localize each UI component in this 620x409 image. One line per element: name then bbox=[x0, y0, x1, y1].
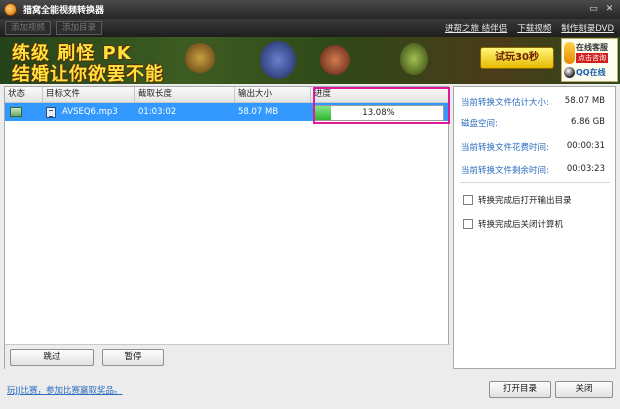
progress-highlight-box bbox=[313, 87, 450, 124]
close-window-icon[interactable]: ✕ bbox=[603, 3, 616, 15]
banner-figure-decoration bbox=[400, 43, 428, 75]
title-bar: 猎窝全能视频转换器 ▭ ✕ bbox=[0, 0, 620, 19]
time-left-value: 00:03:23 bbox=[566, 164, 605, 174]
minimize-icon[interactable]: ▭ bbox=[587, 3, 600, 15]
add-video-button[interactable]: 添加视频 bbox=[5, 21, 52, 35]
open-directory-button[interactable]: 打开目录 bbox=[489, 381, 551, 398]
shutdown-option[interactable]: 转换完成后关闭计算机 bbox=[463, 218, 563, 230]
banner-figure-decoration bbox=[185, 43, 215, 73]
app-icon bbox=[4, 3, 17, 16]
trial-button[interactable]: 试玩30秒 bbox=[480, 47, 554, 69]
info-divider bbox=[460, 182, 610, 183]
service-consult-label[interactable]: 点击咨询 bbox=[576, 53, 608, 63]
time-spent-value: 00:00:31 bbox=[566, 141, 605, 151]
length-cell: 01:03:02 bbox=[138, 107, 177, 117]
size-cell: 58.07 MB bbox=[238, 107, 279, 117]
banner-figure-decoration bbox=[320, 45, 350, 75]
skip-button[interactable]: 跳过 bbox=[10, 349, 94, 366]
file-name: AVSEQ6.mp3 bbox=[62, 107, 118, 117]
service-title: 在线客服 bbox=[576, 43, 608, 52]
banner-subheadline: 结婚让你欲罢不能 bbox=[12, 64, 164, 84]
conversion-table: 状态 目标文件 截取长度 输出大小 进度 AVSEQ6.mp3 01:03:02… bbox=[4, 86, 450, 370]
audio-file-icon bbox=[46, 106, 56, 118]
time-spent-label: 当前转换文件花费时间: bbox=[461, 143, 549, 153]
time-left-label: 当前转换文件剩余时间: bbox=[461, 166, 549, 176]
converting-status-icon bbox=[10, 107, 22, 117]
column-header-status[interactable]: 状态 bbox=[5, 87, 43, 102]
open-output-checkbox[interactable] bbox=[463, 195, 473, 205]
add-folder-button[interactable]: 添加目录 bbox=[56, 21, 103, 35]
status-cell bbox=[5, 103, 43, 121]
service-agent-icon bbox=[564, 42, 575, 64]
info-panel: 当前转换文件估计大小: 58.07 MB 磁盘空间: 6.86 GB 当前转换文… bbox=[453, 86, 616, 369]
online-service-box[interactable]: 在线客服 点击咨询 QQ在线 bbox=[561, 38, 618, 82]
top-link-download-video[interactable]: 下载视频 bbox=[517, 22, 551, 34]
estimated-size-label: 当前转换文件估计大小: bbox=[461, 98, 549, 108]
pause-button[interactable]: 暂停 bbox=[102, 349, 164, 366]
banner-figure-decoration bbox=[260, 41, 296, 79]
estimated-size-value: 58.07 MB bbox=[564, 96, 605, 106]
close-button[interactable]: 关闭 bbox=[555, 381, 613, 398]
disk-space-value: 6.86 GB bbox=[570, 117, 605, 127]
table-action-bar: 跳过 暂停 bbox=[5, 344, 450, 370]
column-header-length[interactable]: 截取长度 bbox=[135, 87, 235, 102]
file-cell: AVSEQ6.mp3 bbox=[43, 103, 135, 121]
open-output-option[interactable]: 转换完成后打开输出目录 bbox=[463, 194, 572, 206]
column-header-output-size[interactable]: 输出大小 bbox=[235, 87, 311, 102]
contest-link[interactable]: 玩JJ比赛，参加比赛赢取奖品。 bbox=[7, 384, 123, 396]
top-link-burn-dvd[interactable]: 制作刻录DVD bbox=[561, 22, 614, 34]
open-output-label: 转换完成后打开输出目录 bbox=[478, 196, 572, 206]
top-link-game[interactable]: 进帮之旅 结伴侣 bbox=[445, 22, 507, 34]
column-header-target-file[interactable]: 目标文件 bbox=[43, 87, 135, 102]
shutdown-checkbox[interactable] bbox=[463, 219, 473, 229]
qq-penguin-icon bbox=[564, 67, 575, 78]
window-title: 猎窝全能视频转换器 bbox=[23, 6, 105, 16]
ad-banner[interactable]: 练级 刷怪 PK 结婚让你欲罢不能 试玩30秒 在线客服 点击咨询 QQ在线 bbox=[0, 37, 620, 84]
toolbar: 添加视频 添加目录 进帮之旅 结伴侣 下载视频 制作刻录DVD bbox=[0, 19, 620, 37]
qq-online-label[interactable]: QQ在线 bbox=[576, 67, 606, 78]
disk-space-label: 磁盘空间: bbox=[461, 119, 498, 129]
shutdown-label: 转换完成后关闭计算机 bbox=[478, 220, 564, 230]
main-area: 状态 目标文件 截取长度 输出大小 进度 AVSEQ6.mp3 01:03:02… bbox=[4, 86, 616, 373]
